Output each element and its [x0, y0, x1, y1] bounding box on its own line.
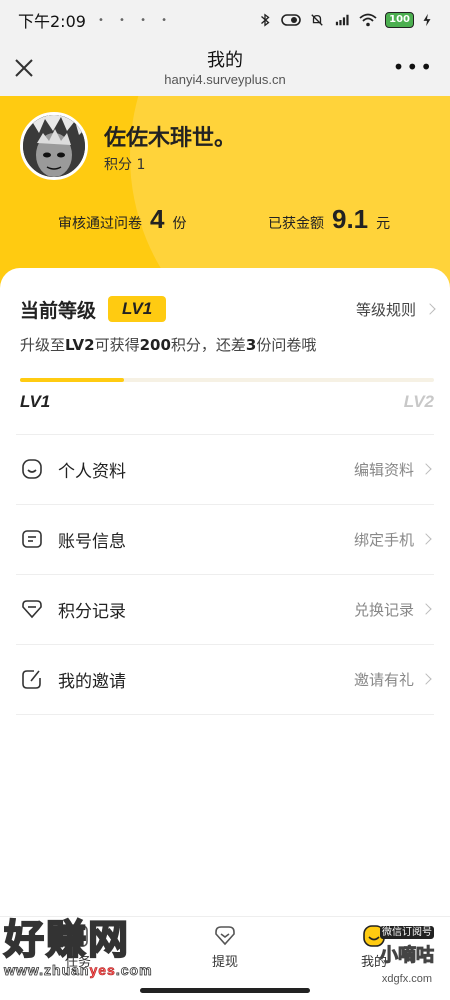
- menu-item-points-record[interactable]: 积分记录 兑换记录: [16, 574, 434, 644]
- chevron-right-icon: [420, 533, 432, 545]
- menu-label: 积分记录: [58, 601, 126, 622]
- tab-withdraw[interactable]: 提现: [185, 923, 265, 970]
- hd-signal-icon: [336, 14, 349, 26]
- home-indicator[interactable]: [140, 988, 310, 993]
- level-rules-link[interactable]: 等级规则: [355, 299, 436, 320]
- menu-action: 兑换记录: [353, 600, 414, 619]
- wifi-icon: [359, 13, 377, 27]
- menu-action: 绑定手机: [353, 530, 414, 549]
- approved-label: 审核通过问卷: [58, 216, 142, 232]
- menu-action: 邀请有礼: [353, 670, 414, 689]
- earned-amount: 9.1: [332, 204, 369, 234]
- tab-label: 任务: [64, 955, 91, 970]
- divider: [16, 714, 434, 715]
- earned-amount-stat: 已获金额 9.1 元: [268, 204, 390, 235]
- chevron-right-icon: [420, 673, 432, 685]
- page-header: 我的 hanyi4.surveyplus.cn •••: [0, 40, 450, 96]
- account-card-icon: [22, 530, 42, 548]
- menu-label: 个人资料: [58, 461, 126, 482]
- page-title: 我的: [207, 50, 243, 71]
- menu-item-account[interactable]: 账号信息 绑定手机: [16, 504, 434, 574]
- me-icon: [363, 925, 385, 947]
- level-rules-label: 等级规则: [355, 300, 416, 319]
- earned-label: 已获金额: [268, 216, 324, 232]
- chevron-right-icon: [420, 463, 432, 475]
- avatar[interactable]: [20, 112, 88, 180]
- task-icon: [68, 925, 88, 947]
- content-card: 当前等级 LV1 等级规则 升级至LV2可获得200积分，还差3份问卷哦 LV1…: [0, 268, 450, 916]
- profile-banner: 佐佐木琲世。 积分 1 审核通过问卷 4 份 已获金额 9.1 元: [0, 96, 450, 296]
- tab-label: 提现: [211, 955, 238, 970]
- status-icons: 100: [257, 12, 432, 28]
- toggle-icon: [281, 14, 301, 26]
- earned-unit: 元: [376, 216, 391, 232]
- notification-icons: • • • •: [97, 14, 174, 26]
- menu-label: 我的邀请: [58, 671, 126, 692]
- approved-surveys-stat: 审核通过问卷 4 份: [58, 204, 186, 235]
- profile-icon: [22, 459, 42, 479]
- bluetooth-icon: [261, 13, 270, 27]
- chevron-right-icon: [424, 303, 436, 315]
- next-level-label: LV2: [403, 392, 434, 411]
- menu-label: 账号信息: [58, 531, 126, 552]
- points-tag-icon: [22, 600, 42, 619]
- tab-task[interactable]: 任务: [38, 923, 118, 970]
- chevron-right-icon: [420, 603, 432, 615]
- battery-icon: 100: [385, 12, 414, 28]
- approved-count: 4: [150, 204, 165, 234]
- mute-icon: [311, 14, 323, 26]
- points-label: 积分 1: [104, 157, 146, 173]
- more-options-icon[interactable]: •••: [393, 57, 434, 77]
- menu-item-invite[interactable]: 我的邀请 邀请有礼: [16, 644, 434, 714]
- menu-action: 编辑资料: [353, 460, 414, 479]
- tab-me[interactable]: 我的: [334, 923, 414, 970]
- tab-label: 我的: [360, 955, 387, 970]
- withdraw-icon: [215, 926, 235, 946]
- level-row: 当前等级 LV1 等级规则: [20, 294, 436, 324]
- approved-unit: 份: [172, 216, 187, 232]
- bottom-tab-bar: 任务 提现 我的: [0, 916, 450, 976]
- charging-icon: [423, 13, 431, 27]
- level-title: 当前等级: [20, 299, 97, 322]
- menu-item-profile[interactable]: 个人资料 编辑资料: [16, 434, 434, 504]
- level-badge: LV1: [108, 296, 167, 322]
- status-time: 下午2:09: [18, 12, 86, 31]
- avatar-image: [23, 115, 85, 177]
- username: 佐佐木琲世。: [104, 126, 237, 151]
- level-progress-fill: [20, 378, 124, 382]
- status-bar: 下午2:09 • • • • 100: [0, 0, 450, 40]
- invite-icon: [22, 670, 41, 689]
- current-level-label: LV1: [20, 392, 51, 411]
- page-url: hanyi4.surveyplus.cn: [164, 72, 286, 87]
- level-progress-bar: [20, 378, 434, 382]
- upgrade-hint: 升级至LV2可获得200积分，还差3份问卷哦: [20, 336, 317, 354]
